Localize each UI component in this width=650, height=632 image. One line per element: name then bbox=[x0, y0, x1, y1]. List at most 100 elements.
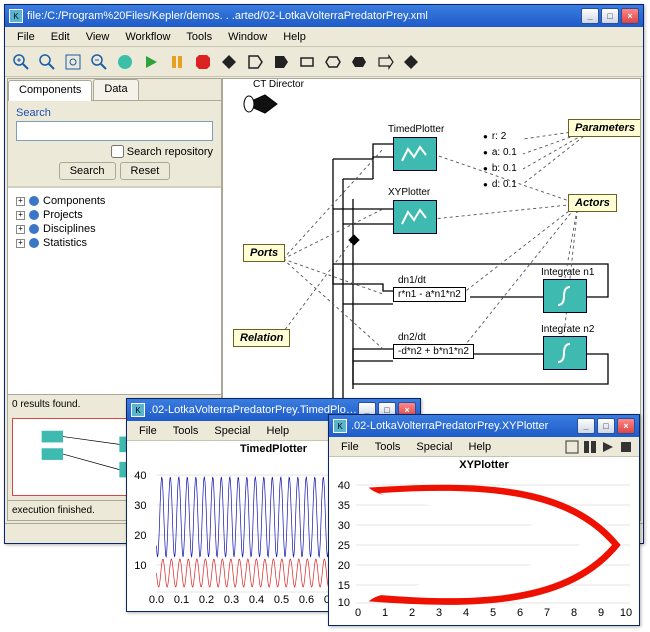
shape5-icon[interactable] bbox=[321, 50, 345, 74]
stop-icon[interactable] bbox=[191, 50, 215, 74]
tab-components[interactable]: Components bbox=[8, 80, 92, 101]
svg-text:7: 7 bbox=[544, 607, 550, 619]
search-input[interactable] bbox=[16, 121, 213, 141]
menu-file[interactable]: File bbox=[9, 29, 43, 45]
svg-text:35: 35 bbox=[338, 500, 350, 512]
callout-relation: Relation bbox=[233, 329, 290, 347]
close-button[interactable]: × bbox=[621, 8, 639, 24]
search-repo-checkbox[interactable] bbox=[111, 145, 124, 158]
run-icon[interactable] bbox=[139, 50, 163, 74]
search-repo-label: Search repository bbox=[127, 146, 213, 158]
menu-tools[interactable]: Tools bbox=[367, 439, 409, 455]
tab-data[interactable]: Data bbox=[93, 79, 138, 100]
maximize-button[interactable]: □ bbox=[597, 418, 615, 434]
svg-text:5: 5 bbox=[490, 607, 496, 619]
param-b: b: 0.1 bbox=[483, 163, 517, 174]
main-titlebar[interactable]: K file:/C:/Program%20Files/Kepler/demos.… bbox=[5, 5, 643, 27]
xy-menubar: File Tools Special Help bbox=[329, 437, 639, 457]
menu-workflow[interactable]: Workflow bbox=[117, 29, 178, 45]
param-r: r: 2 bbox=[483, 131, 506, 142]
xy-plotter-window: K .02-LotkaVolterraPredatorPrey.XYPlotte… bbox=[328, 414, 640, 626]
zoom-fit-icon[interactable] bbox=[61, 50, 85, 74]
director-icon[interactable] bbox=[241, 91, 281, 117]
shape1-icon[interactable] bbox=[217, 50, 241, 74]
actor-int1-label: Integrate n1 bbox=[541, 267, 594, 278]
svg-text:1: 1 bbox=[382, 607, 388, 619]
menu-special[interactable]: Special bbox=[408, 439, 460, 455]
actor-timedplotter-label: TimedPlotter bbox=[388, 124, 444, 135]
actor-integrate-n2[interactable] bbox=[543, 336, 587, 370]
shape7-icon[interactable] bbox=[373, 50, 397, 74]
search-panel: Search Search repository Search Reset bbox=[8, 101, 221, 187]
zoom-out-icon[interactable] bbox=[87, 50, 111, 74]
svg-text:10: 10 bbox=[134, 560, 146, 572]
component-tree: +Components +Projects +Disciplines +Stat… bbox=[8, 187, 221, 394]
xy-titlebar[interactable]: K .02-LotkaVolterraPredatorPrey.XYPlotte… bbox=[329, 415, 639, 437]
shape2-icon[interactable] bbox=[243, 50, 267, 74]
expr-dn2[interactable]: -d*n2 + b*n1*n2 bbox=[393, 344, 474, 359]
zoom-in-icon[interactable] bbox=[9, 50, 33, 74]
menu-help[interactable]: Help bbox=[461, 439, 500, 455]
menu-tools[interactable]: Tools bbox=[178, 29, 220, 45]
svg-text:8: 8 bbox=[571, 607, 577, 619]
minimize-button[interactable]: _ bbox=[577, 418, 595, 434]
svg-text:6: 6 bbox=[517, 607, 523, 619]
svg-text:20: 20 bbox=[134, 530, 146, 542]
menu-window[interactable]: Window bbox=[220, 29, 275, 45]
param-a: a: 0.1 bbox=[483, 147, 517, 158]
svg-text:40: 40 bbox=[338, 480, 350, 492]
svg-text:0.0: 0.0 bbox=[149, 594, 164, 606]
director-label: CT Director bbox=[253, 79, 304, 90]
expr-dn1-label: dn1/dt bbox=[398, 275, 426, 286]
xy-title: .02-LotkaVolterraPredatorPrey.XYPlotter bbox=[351, 420, 577, 432]
param-d: d: 0.1 bbox=[483, 179, 517, 190]
plot-tool-1-icon[interactable] bbox=[563, 438, 581, 456]
svg-text:40: 40 bbox=[134, 470, 146, 482]
shape8-icon[interactable] bbox=[399, 50, 423, 74]
tree-item-disciplines[interactable]: +Disciplines bbox=[16, 222, 213, 236]
svg-text:3: 3 bbox=[436, 607, 442, 619]
actor-integrate-n1[interactable] bbox=[543, 279, 587, 313]
svg-text:25: 25 bbox=[338, 540, 350, 552]
app-icon: K bbox=[333, 419, 347, 433]
actor-timedplotter[interactable] bbox=[393, 137, 437, 171]
svg-text:30: 30 bbox=[338, 520, 350, 532]
svg-text:10: 10 bbox=[620, 607, 632, 619]
maximize-button[interactable]: □ bbox=[601, 8, 619, 24]
shape6-icon[interactable] bbox=[347, 50, 371, 74]
svg-text:20: 20 bbox=[338, 560, 350, 572]
open-icon[interactable] bbox=[113, 50, 137, 74]
close-button[interactable]: × bbox=[617, 418, 635, 434]
plot-tool-3-icon[interactable] bbox=[599, 438, 617, 456]
menu-view[interactable]: View bbox=[78, 29, 118, 45]
menu-file[interactable]: File bbox=[131, 423, 165, 439]
app-icon: K bbox=[131, 403, 145, 417]
svg-text:0.4: 0.4 bbox=[249, 594, 264, 606]
menu-edit[interactable]: Edit bbox=[43, 29, 78, 45]
timed-title: .02-LotkaVolterraPredatorPrey.TimedPlott… bbox=[149, 404, 358, 416]
svg-text:0.6: 0.6 bbox=[299, 594, 314, 606]
actor-xyplotter[interactable] bbox=[393, 200, 437, 234]
plot-tool-2-icon[interactable] bbox=[581, 438, 599, 456]
plot-tool-4-icon[interactable] bbox=[617, 438, 635, 456]
menu-help[interactable]: Help bbox=[275, 29, 314, 45]
minimize-button[interactable]: _ bbox=[581, 8, 599, 24]
tree-item-components[interactable]: +Components bbox=[16, 194, 213, 208]
svg-text:10: 10 bbox=[338, 597, 350, 609]
svg-text:9: 9 bbox=[598, 607, 604, 619]
svg-text:2: 2 bbox=[409, 607, 415, 619]
menu-special[interactable]: Special bbox=[206, 423, 258, 439]
zoom-reset-icon[interactable] bbox=[35, 50, 59, 74]
pause-icon[interactable] bbox=[165, 50, 189, 74]
shape3-icon[interactable] bbox=[269, 50, 293, 74]
shape4-icon[interactable] bbox=[295, 50, 319, 74]
menu-help[interactable]: Help bbox=[259, 423, 298, 439]
search-button[interactable]: Search bbox=[59, 162, 116, 180]
expr-dn1[interactable]: r*n1 - a*n1*n2 bbox=[393, 287, 466, 302]
xy-plot-title: XYPlotter bbox=[329, 457, 639, 473]
menu-tools[interactable]: Tools bbox=[165, 423, 207, 439]
menu-file[interactable]: File bbox=[333, 439, 367, 455]
tree-item-projects[interactable]: +Projects bbox=[16, 208, 213, 222]
reset-button[interactable]: Reset bbox=[120, 162, 171, 180]
tree-item-statistics[interactable]: +Statistics bbox=[16, 236, 213, 250]
